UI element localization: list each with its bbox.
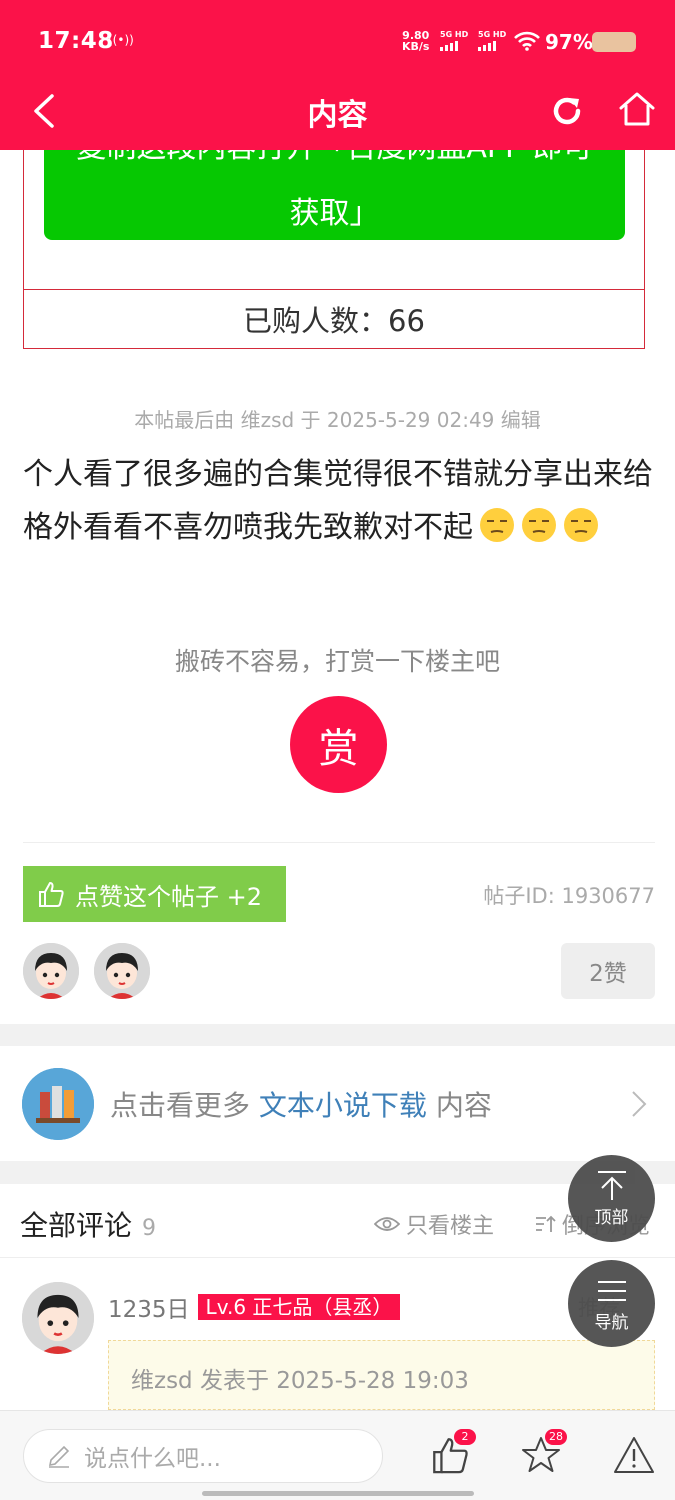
quote-text: 维zsd 发表于 2025-5-28 19:03 xyxy=(131,1368,469,1394)
unamused-emoji-icon xyxy=(564,508,598,542)
netdisk-link-button[interactable]: 复制这段内容打开「百度网盘APP 即可 获取」 xyxy=(44,140,625,240)
bottom-bar: 说点什么吧... 2 28 xyxy=(0,1410,675,1500)
quote-box: 维zsd 发表于 2025-5-28 19:03 xyxy=(108,1340,655,1410)
warning-icon xyxy=(614,1437,654,1473)
like-post-label: 点赞这个帖子 +2 xyxy=(75,882,263,911)
status-time: 17:48 xyxy=(38,28,114,54)
like-post-button[interactable]: 点赞这个帖子 +2 xyxy=(23,866,286,922)
avatar-image xyxy=(22,1282,94,1354)
status-bar: 17:48 ((•)) 9.80 KB/s 5G HD 5G HD 97% xyxy=(0,0,675,80)
only-op-button[interactable]: 只看楼主 xyxy=(374,1208,494,1240)
liker-avatar[interactable] xyxy=(94,943,150,999)
net-speed: 9.80 KB/s xyxy=(402,29,430,53)
refresh-icon xyxy=(553,97,581,125)
battery-icon xyxy=(592,32,636,52)
report-button[interactable] xyxy=(613,1435,657,1479)
avatar-image xyxy=(94,943,150,999)
post-body-text: 个人看了很多遍的合集觉得很不错就分享出来给格外看看不喜勿喷我先致歉对不起 xyxy=(23,457,653,545)
unamused-emoji-icon xyxy=(522,508,556,542)
unamused-emoji-icon xyxy=(480,508,514,542)
thumbs-up-icon xyxy=(39,882,64,907)
like-button[interactable]: 2 xyxy=(430,1429,476,1479)
nav-bar: 内容 xyxy=(0,80,675,150)
edit-note: 本帖最后由 维zsd 于 2025-5-29 02:49 编辑 xyxy=(134,408,541,432)
eye-icon xyxy=(374,1217,400,1231)
netdisk-link-text: 获取」 xyxy=(289,196,380,231)
comment-username[interactable]: 1235日 xyxy=(108,1290,190,1324)
back-to-top-button[interactable]: 顶部 xyxy=(568,1155,655,1242)
section-gap xyxy=(0,1024,675,1046)
home-indicator xyxy=(202,1491,474,1496)
avatar-image xyxy=(23,943,79,999)
battery-percent: 97% xyxy=(545,30,593,54)
hotspot-icon: ((•)) xyxy=(108,33,134,47)
like-badge: 2 xyxy=(454,1429,476,1445)
favorite-button[interactable]: 28 xyxy=(521,1429,567,1479)
liker-avatar[interactable] xyxy=(23,943,79,999)
refresh-button[interactable] xyxy=(544,88,590,134)
post-body: 个人看了很多遍的合集觉得很不错就分享出来给格外看看不喜勿喷我先致歉对不起 xyxy=(23,448,653,554)
star-badge: 28 xyxy=(545,1429,567,1445)
home-button[interactable] xyxy=(614,86,660,132)
more-content-text: 点击看更多 文本小说下载 内容 xyxy=(110,1089,492,1122)
purchase-count: 已购人数：66 xyxy=(23,289,645,349)
wifi-icon xyxy=(514,31,540,51)
app-header: 17:48 ((•)) 9.80 KB/s 5G HD 5G HD 97% 内容 xyxy=(0,0,675,150)
comment-input[interactable]: 说点什么吧... xyxy=(23,1429,383,1483)
menu-icon xyxy=(598,1281,626,1301)
chevron-right-icon xyxy=(632,1091,647,1117)
comments-title: 全部评论 9 xyxy=(20,1209,157,1242)
comment-user: 1235日 Lv.6 正七品（县丞） xyxy=(108,1290,401,1324)
reward-prompt: 搬砖不容易，打赏一下楼主吧 xyxy=(174,647,500,676)
books-icon xyxy=(22,1068,94,1140)
more-content-row[interactable]: 点击看更多 文本小说下载 内容 xyxy=(0,1046,675,1161)
level-badge: Lv.6 正七品（县丞） xyxy=(197,1294,401,1320)
post-id: 帖子ID: 1930677 xyxy=(483,884,655,908)
signal-sim2-icon: 5G HD xyxy=(478,30,506,51)
comment-avatar[interactable] xyxy=(22,1282,94,1354)
home-icon xyxy=(619,92,655,126)
divider xyxy=(23,842,655,843)
likes-count-button[interactable]: 2赞 xyxy=(561,943,655,999)
more-content-keyword[interactable]: 文本小说下载 xyxy=(259,1089,427,1122)
comments-count: 9 xyxy=(142,1216,157,1241)
navigation-button[interactable]: 导航 xyxy=(568,1260,655,1347)
pencil-icon xyxy=(48,1445,70,1468)
signal-sim1-icon: 5G HD xyxy=(440,30,468,51)
reward-button[interactable]: 赏 xyxy=(290,696,387,793)
sort-icon xyxy=(536,1215,556,1232)
comment-input-placeholder: 说点什么吧... xyxy=(84,1446,221,1472)
arrow-up-icon xyxy=(598,1171,626,1200)
